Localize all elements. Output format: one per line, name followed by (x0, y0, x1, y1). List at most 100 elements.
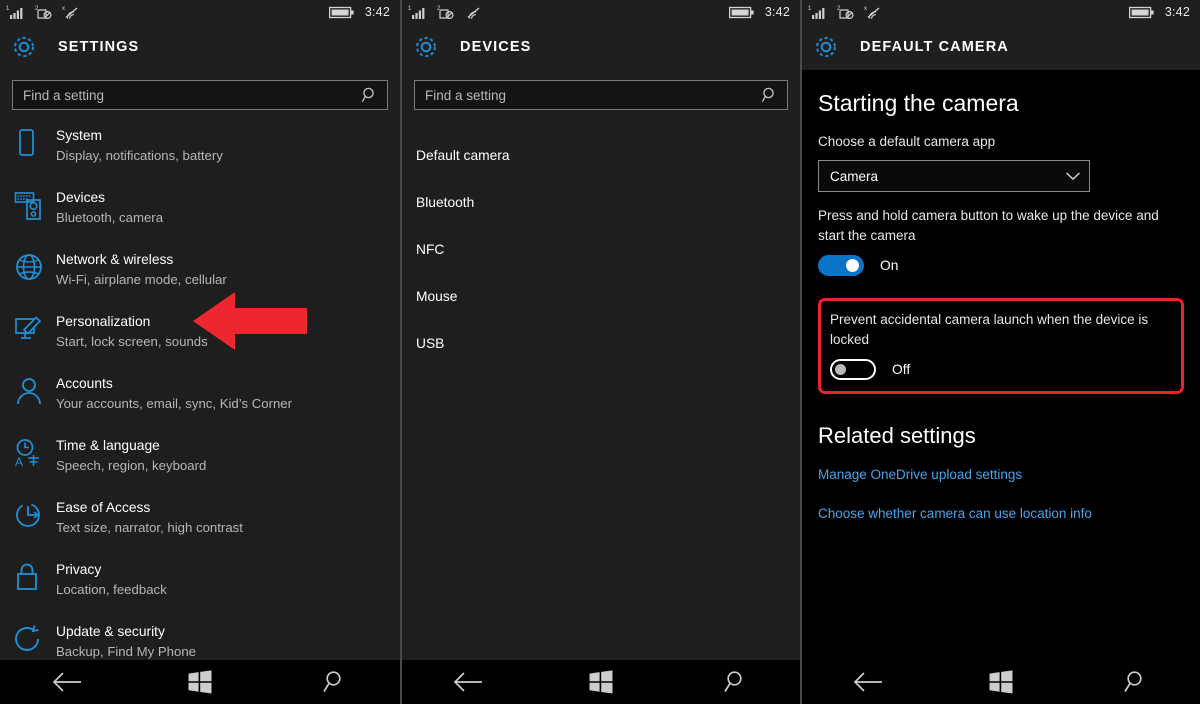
sim2-no-service-icon: 2 (35, 6, 52, 20)
lock-icon (14, 558, 56, 597)
search-icon[interactable] (320, 669, 346, 695)
prevent-accidental-launch-toggle-row[interactable]: Off (830, 359, 1171, 380)
start-button[interactable] (165, 660, 235, 704)
sidebar-item-network[interactable]: Network & wireless Wi-Fi, airplane mode,… (0, 248, 400, 310)
sidebar-item-sublabel: Location, feedback (56, 582, 167, 597)
sidebar-item-label: Time & language (56, 438, 160, 453)
app-header-devices: DEVICES (402, 24, 800, 70)
back-button[interactable] (833, 660, 903, 704)
settings-list: System Display, notifications, battery D… (0, 110, 400, 660)
search-icon[interactable] (721, 669, 747, 695)
svg-text:1: 1 (808, 6, 812, 12)
back-arrow-icon[interactable] (52, 671, 82, 693)
prevent-accidental-launch-toggle-state: Off (892, 362, 911, 377)
sidebar-item-label: Personalization (56, 314, 151, 329)
windows-logo-icon[interactable] (589, 670, 613, 694)
start-button[interactable] (566, 660, 636, 704)
wake-camera-toggle[interactable] (818, 255, 864, 276)
sidebar-item-devices[interactable]: Devices Bluetooth, camera (0, 186, 400, 248)
status-icons-2: 1 2 (408, 4, 483, 20)
gear-icon[interactable] (10, 33, 38, 61)
personalization-text: Personalization Start, lock screen, soun… (56, 310, 208, 351)
prevent-accidental-launch-toggle[interactable] (830, 359, 876, 380)
start-button[interactable] (966, 660, 1036, 704)
wake-camera-toggle-row[interactable]: On (818, 255, 1184, 276)
three-phone-screenshots: 1 2 x 3:42 SETTINGS Find a setting Syste… (0, 0, 1200, 704)
devices-item-usb[interactable]: USB (402, 320, 800, 367)
chevron-down-icon[interactable] (1065, 171, 1081, 181)
sidebar-item-time-language[interactable]: A Time & language Speech, region, keyboa… (0, 434, 400, 496)
cellular-signal-icon: 1 (808, 6, 825, 19)
search-icon[interactable] (1121, 669, 1147, 695)
svg-text:A: A (15, 455, 23, 468)
search-button[interactable] (298, 660, 368, 704)
sidebar-item-system[interactable]: System Display, notifications, battery (0, 124, 400, 186)
app-header-default-camera: DEFAULT CAMERA (802, 24, 1200, 70)
phone-screen-settings: 1 2 x 3:42 SETTINGS Find a setting Syste… (0, 0, 400, 704)
clock-language-icon: A (14, 434, 56, 473)
related-link-label: Manage OneDrive upload settings (818, 467, 1023, 482)
gear-icon[interactable] (412, 33, 440, 61)
sidebar-item-label: Ease of Access (56, 500, 151, 515)
sidebar-item-sublabel: Backup, Find My Phone (56, 644, 197, 659)
sidebar-item-personalization[interactable]: Personalization Start, lock screen, soun… (0, 310, 400, 372)
devices-item-mouse[interactable]: Mouse (402, 273, 800, 320)
status-bar-2: 1 2 3:42 (402, 0, 800, 24)
devices-list-body: Default camera Bluetooth NFC Mouse USB (402, 110, 800, 660)
svg-text:x: x (864, 6, 867, 12)
related-link-location[interactable]: Choose whether camera can use location i… (818, 505, 1184, 523)
section-title-starting-the-camera: Starting the camera (818, 90, 1019, 116)
search-container-2: Find a setting (402, 70, 800, 110)
default-camera-body: Starting the camera Choose a default cam… (802, 70, 1200, 660)
status-bar-1: 1 2 x 3:42 (0, 0, 400, 24)
windows-logo-icon[interactable] (188, 670, 212, 694)
search-button[interactable] (1099, 660, 1169, 704)
search-input-devices[interactable]: Find a setting (414, 80, 788, 110)
status-time-2: 3:42 (764, 5, 790, 19)
status-icons-3: 1 2 x (808, 4, 883, 20)
phone-icon (14, 124, 56, 163)
back-arrow-icon[interactable] (453, 671, 483, 693)
sidebar-item-sublabel: Wi-Fi, airplane mode, cellular (56, 272, 227, 287)
svg-text:1: 1 (6, 6, 10, 12)
sidebar-item-ease-of-access[interactable]: Ease of Access Text size, narrator, high… (0, 496, 400, 558)
devices-item-label: Default camera (416, 148, 510, 163)
section-title-related-settings: Related settings (818, 423, 976, 448)
svg-text:1: 1 (408, 6, 412, 12)
app-title-settings: SETTINGS (58, 39, 140, 55)
devices-item-label: Bluetooth (416, 195, 475, 210)
default-camera-app-select[interactable]: Camera (818, 160, 1090, 192)
devices-item-default-camera[interactable]: Default camera (402, 132, 800, 179)
back-button[interactable] (32, 660, 102, 704)
windows-logo-icon[interactable] (989, 670, 1013, 694)
status-time-1: 3:42 (364, 5, 390, 19)
gear-icon[interactable] (812, 33, 840, 61)
settings-list-body: System Display, notifications, battery D… (0, 110, 400, 660)
devices-item-nfc[interactable]: NFC (402, 226, 800, 273)
sim2-no-service-icon: 2 (837, 6, 854, 20)
phone-screen-devices: 1 2 3:42 DEVICES Find a setting Default … (400, 0, 800, 704)
nav-bar-1 (0, 660, 400, 704)
svg-text:x: x (62, 6, 65, 12)
back-arrow-icon[interactable] (853, 671, 883, 693)
search-input-settings[interactable]: Find a setting (12, 80, 388, 110)
search-icon[interactable] (361, 86, 379, 104)
search-placeholder-2: Find a setting (425, 87, 507, 103)
sidebar-item-accounts[interactable]: Accounts Your accounts, email, sync, Kid… (0, 372, 400, 434)
default-camera-content: Starting the camera Choose a default cam… (802, 70, 1200, 523)
sidebar-item-sublabel: Bluetooth, camera (56, 210, 164, 225)
back-button[interactable] (433, 660, 503, 704)
devices-item-bluetooth[interactable]: Bluetooth (402, 179, 800, 226)
app-title-devices: DEVICES (460, 39, 532, 55)
person-icon (14, 372, 56, 411)
sidebar-item-sublabel: Display, notifications, battery (56, 148, 223, 163)
related-link-onedrive[interactable]: Manage OneDrive upload settings (818, 466, 1184, 484)
sidebar-item-update-security[interactable]: Update & security Backup, Find My Phone (0, 620, 400, 660)
search-button[interactable] (699, 660, 769, 704)
search-icon[interactable] (761, 86, 779, 104)
sidebar-item-sublabel: Start, lock screen, sounds (56, 334, 208, 349)
sidebar-item-sublabel: Speech, region, keyboard (56, 458, 207, 473)
app-title-default-camera: DEFAULT CAMERA (860, 39, 1009, 55)
status-right-2: 3:42 (728, 5, 790, 19)
sidebar-item-privacy[interactable]: Privacy Location, feedback (0, 558, 400, 620)
